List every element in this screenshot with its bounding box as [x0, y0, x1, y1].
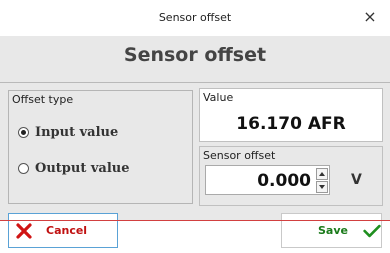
- dialog-heading: Sensor offset: [123, 44, 267, 66]
- window-title: Sensor offset: [158, 11, 232, 24]
- radio-input-value-label: Input value: [35, 125, 119, 140]
- radio-output-value[interactable]: Output value: [18, 161, 130, 176]
- radio-output-value-label: Output value: [35, 161, 130, 176]
- sensor-offset-value[interactable]: 0.000: [257, 171, 311, 191]
- sensor-offset-stepper[interactable]: 0.000: [205, 165, 330, 195]
- dialog-body: Sensor offset Offset type Input value Ou…: [0, 36, 390, 248]
- sensor-offset-group: Sensor offset 0.000 V: [199, 146, 383, 206]
- offset-type-label: Offset type: [12, 93, 74, 106]
- save-button[interactable]: Save: [281, 213, 382, 248]
- radio-button-icon[interactable]: [18, 163, 29, 174]
- offset-type-group: Offset type Input value Output value: [8, 90, 193, 204]
- value-display: Value 16.170 AFR: [199, 88, 383, 142]
- value-label: Value: [203, 91, 234, 104]
- cancel-button-label: Cancel: [46, 224, 88, 237]
- window-titlebar: Sensor offset ×: [0, 0, 390, 36]
- radio-button-icon[interactable]: [18, 127, 29, 138]
- radio-input-value[interactable]: Input value: [18, 125, 118, 140]
- check-icon: [363, 224, 381, 237]
- status-divider: [0, 220, 390, 221]
- x-icon: [16, 222, 32, 239]
- stepper-up-icon[interactable]: [316, 168, 328, 180]
- value-readout: 16.170 AFR: [236, 114, 346, 134]
- heading-divider: [0, 82, 390, 83]
- cancel-button[interactable]: Cancel: [8, 213, 118, 248]
- close-window-button[interactable]: ×: [360, 7, 380, 27]
- save-button-label: Save: [318, 224, 348, 237]
- stepper-down-icon[interactable]: [316, 181, 328, 193]
- sensor-offset-unit: V: [351, 172, 362, 188]
- sensor-offset-label: Sensor offset: [203, 149, 276, 162]
